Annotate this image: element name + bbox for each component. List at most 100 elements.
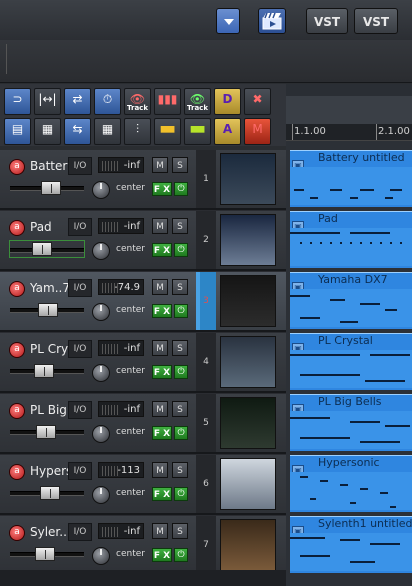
eq-button[interactable]: ⫶ <box>124 118 151 145</box>
track-number[interactable]: 2 <box>196 211 216 269</box>
metronome-button[interactable]: ⏱ <box>94 88 121 115</box>
volume-fader[interactable] <box>10 364 84 378</box>
record-arm-button[interactable]: a <box>9 281 25 297</box>
io-button[interactable]: I/O <box>68 340 92 358</box>
solo-button[interactable]: S <box>172 401 188 417</box>
track-row[interactable]: a Battery I/O -inf M Scenter F X ⏻ 1 <box>0 150 286 210</box>
track-row[interactable]: a PL Cry I/O -inf M Scenter F X ⏻ 4 <box>0 333 286 393</box>
track-name[interactable]: PL Big <box>30 401 70 419</box>
record-arm-button[interactable]: a <box>9 403 25 419</box>
routing2-button[interactable]: ⇆ <box>64 118 91 145</box>
fx-button[interactable]: F X <box>152 487 172 501</box>
fader-handle[interactable] <box>31 242 52 256</box>
fx-button[interactable]: F X <box>152 243 172 257</box>
pan-knob[interactable] <box>92 303 110 321</box>
pan-knob[interactable] <box>92 547 110 565</box>
record-arm-button[interactable]: a <box>9 159 25 175</box>
solo-button[interactable]: S <box>172 523 188 539</box>
dropdown-button[interactable] <box>216 8 240 34</box>
fader-handle[interactable] <box>34 364 55 378</box>
pan-knob[interactable] <box>92 425 110 443</box>
fader-handle[interactable] <box>34 547 55 561</box>
fx-button[interactable]: F X <box>152 426 172 440</box>
track-name[interactable]: Syler..1 <box>30 523 70 541</box>
track-row[interactable]: a Yam..7 I/O -74.9 M Scenter F X ⏻ 3 <box>0 272 286 332</box>
split-button[interactable]: |↔| <box>34 88 61 115</box>
mute-button[interactable]: M <box>152 401 168 417</box>
solo-button[interactable]: S <box>172 157 188 173</box>
pan-knob[interactable] <box>92 181 110 199</box>
keyboard-button[interactable]: ▤ <box>4 118 31 145</box>
instrument-thumbnail[interactable] <box>220 336 276 388</box>
volume-fader[interactable] <box>10 425 84 439</box>
mute-button[interactable]: M <box>152 523 168 539</box>
io-button[interactable]: I/O <box>68 523 92 541</box>
loop-button[interactable]: ⊃ <box>4 88 31 115</box>
track-name[interactable]: Battery <box>30 157 70 175</box>
io-button[interactable]: I/O <box>68 157 92 175</box>
instrument-thumbnail[interactable] <box>220 214 276 266</box>
m-delete-button[interactable]: M <box>244 118 271 145</box>
instrument-thumbnail[interactable] <box>220 458 276 510</box>
instrument-thumbnail[interactable] <box>220 519 276 571</box>
instrument-thumbnail[interactable] <box>220 397 276 449</box>
track-row[interactable]: a Hypers I/O -113 M Scenter F X ⏻ 6 <box>0 455 286 515</box>
fx-button[interactable]: F X <box>152 182 172 196</box>
instrument-thumbnail[interactable] <box>220 153 276 205</box>
mute-button[interactable]: M <box>152 218 168 234</box>
fx-button[interactable]: F X <box>152 548 172 562</box>
pan-knob[interactable] <box>92 364 110 382</box>
power-icon[interactable]: ⏻ <box>174 304 188 318</box>
track-number[interactable]: 5 <box>196 394 216 452</box>
track-number[interactable]: 4 <box>196 333 216 391</box>
folder-green-button[interactable]: ▬ <box>184 118 211 145</box>
power-icon[interactable]: ⏻ <box>174 365 188 379</box>
mute-button[interactable]: M <box>152 340 168 356</box>
fx-button[interactable]: F X <box>152 304 172 318</box>
track-row[interactable]: a PL Big I/O -inf M Scenter F X ⏻ 5 <box>0 394 286 454</box>
power-icon[interactable]: ⏻ <box>174 487 188 501</box>
mute-button[interactable]: M <box>152 157 168 173</box>
track-eye-green-button[interactable]: 👁 Track <box>184 88 211 115</box>
track-row[interactable]: a Pad I/O -inf M Scenter F X ⏻ 2 <box>0 211 286 271</box>
vst-button-2[interactable]: VST <box>354 8 398 34</box>
power-icon[interactable]: ⏻ <box>174 548 188 562</box>
clip-a-button[interactable]: A <box>214 118 241 145</box>
vst-button-1[interactable]: VST <box>306 8 348 34</box>
pan-knob[interactable] <box>92 486 110 504</box>
fader-handle[interactable] <box>39 486 60 500</box>
record-arm-button[interactable]: a <box>9 342 25 358</box>
io-button[interactable]: I/O <box>68 279 92 297</box>
timeline-ruler[interactable]: 1.1.00 2.1.00 <box>286 124 412 141</box>
pan-knob[interactable] <box>92 242 110 260</box>
midi-clip[interactable]: ▣MPL Crystal <box>290 333 412 390</box>
mute-button[interactable]: M <box>152 462 168 478</box>
volume-fader[interactable] <box>10 486 84 500</box>
track-name[interactable]: Hypers <box>30 462 70 480</box>
track-name[interactable]: Yam..7 <box>30 279 70 297</box>
track-row[interactable]: a Syler..1I/O -inf MScenter F X⏻ 7 <box>0 516 286 576</box>
fader-handle[interactable] <box>41 181 62 195</box>
video-button[interactable] <box>258 8 286 34</box>
io-button[interactable]: I/O <box>68 462 92 480</box>
track-number[interactable]: 6 <box>196 455 216 513</box>
folder-yellow-button[interactable]: ▬ <box>154 118 181 145</box>
midi-clip[interactable]: ▣MPL Big Bells <box>290 394 412 451</box>
midi-clip[interactable]: ▣MSylenth1 untitled <box>290 516 412 573</box>
midi-clip[interactable]: ▣MYamaha DX7 <box>290 272 412 329</box>
mixer-red-button[interactable]: ▮▮▮ <box>154 88 181 115</box>
record-arm-button[interactable]: a <box>9 525 25 541</box>
power-icon[interactable]: ⏻ <box>174 182 188 196</box>
track-name[interactable]: PL Cry <box>30 340 70 358</box>
instrument-thumbnail[interactable] <box>220 275 276 327</box>
grid-button[interactable]: ▦ <box>34 118 61 145</box>
midi-clip[interactable]: ▣MHypersonic <box>290 455 412 512</box>
volume-fader[interactable] <box>9 240 85 258</box>
fx-button[interactable]: F X <box>152 365 172 379</box>
power-icon[interactable]: ⏻ <box>174 426 188 440</box>
volume-fader[interactable] <box>10 181 84 195</box>
clip-d-button[interactable]: D <box>214 88 241 115</box>
mute-button[interactable]: M <box>152 279 168 295</box>
solo-button[interactable]: S <box>172 462 188 478</box>
fader-handle[interactable] <box>35 425 56 439</box>
